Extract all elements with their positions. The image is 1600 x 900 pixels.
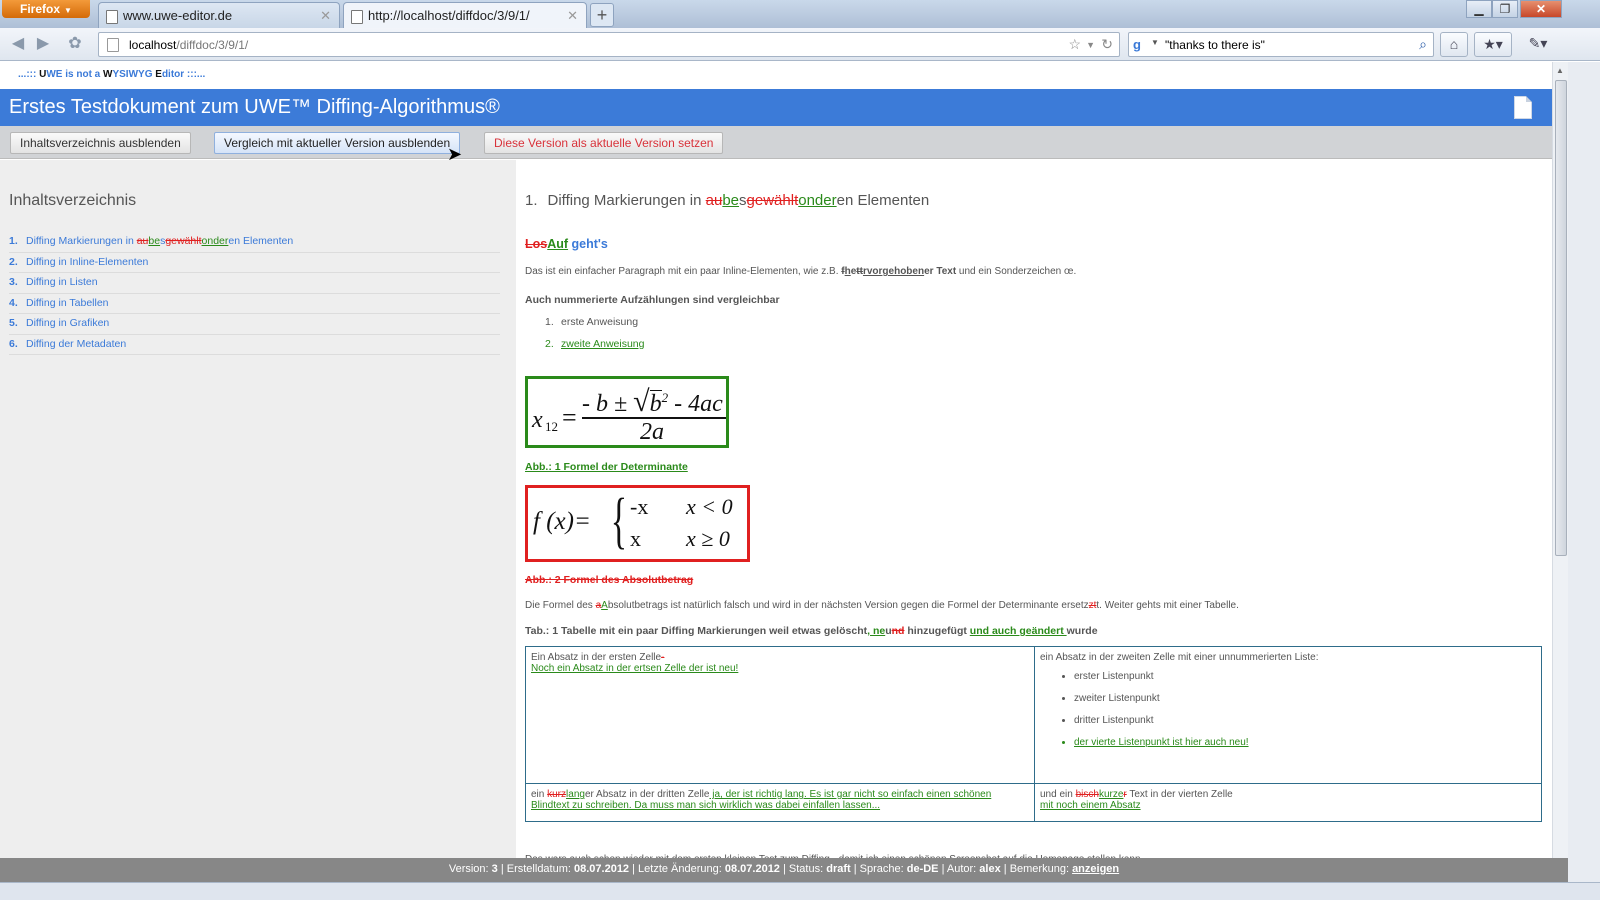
- chevron-down-icon[interactable]: ▼: [1086, 40, 1095, 50]
- toc-item[interactable]: 3. Diffing in Listen: [9, 273, 500, 294]
- set-current-version-button[interactable]: Diese Version als aktuelle Version setze…: [484, 132, 724, 154]
- close-window-button[interactable]: ✕: [1520, 0, 1562, 18]
- numbered-list: 1. erste Anweisung 2. zweite Anweisung: [545, 316, 644, 360]
- window-edge: [1568, 62, 1600, 900]
- list-item: dritter Listenpunkt: [1074, 715, 1536, 737]
- table-cell: und ein bischkurzer Text in der vierten …: [1034, 783, 1542, 822]
- url-bar[interactable]: localhost/diffdoc/3/9/1/ ☆ ▼ ↻: [98, 32, 1120, 57]
- list-item: 2. zweite Anweisung: [545, 338, 645, 350]
- table-row: Ein Absatz in der ersten Zelle- Noch ein…: [525, 646, 1542, 784]
- bookmarks-menu-icon[interactable]: ★▾: [1474, 32, 1512, 57]
- section-heading: 1. Diffing Markierungen in aubesgewählton…: [525, 192, 930, 209]
- toc-heading: Inhaltsverzeichnis: [9, 192, 137, 209]
- page-icon: [351, 10, 363, 24]
- document-icon[interactable]: [1514, 96, 1532, 119]
- navigation-toolbar: ◀ ▶ ✿ localhost/diffdoc/3/9/1/ ☆ ▼ ↻ g ▼…: [0, 28, 1600, 61]
- search-box[interactable]: g ▼ "thanks to there is" ⌕: [1128, 32, 1434, 57]
- list-heading: Auch nummerierte Aufzählungen sind vergl…: [525, 294, 780, 306]
- list-item: der vierte Listenpunkt ist hier auch neu…: [1074, 737, 1536, 759]
- toc-item[interactable]: 6. Diffing der Metadaten: [9, 335, 500, 355]
- firefox-menu-button[interactable]: Firefox ▼: [2, 0, 90, 18]
- url-text[interactable]: localhost/diffdoc/3/9/1/: [129, 38, 248, 52]
- back-icon[interactable]: ◀: [6, 33, 30, 55]
- google-icon[interactable]: g: [1133, 37, 1149, 53]
- page-icon: [106, 10, 118, 24]
- new-tab-button[interactable]: +: [590, 3, 614, 27]
- slogan: ...::: UWE is not a WYSIWYG Editor :::..…: [18, 69, 206, 80]
- browser-titlebar: Firefox ▼ www.uwe-editor.de ✕ http://loca…: [0, 0, 1600, 29]
- remark-link[interactable]: anzeigen: [1072, 863, 1119, 875]
- reload-icon[interactable]: ↻: [1101, 36, 1113, 53]
- toc-list: 1. Diffing Markierungen in aubesgewählton…: [9, 232, 500, 355]
- action-bar: Inhaltsverzeichnis ausblenden Vergleich …: [0, 126, 1552, 159]
- list-item: 1. erste Anweisung: [545, 316, 639, 328]
- toc-item[interactable]: 4. Diffing in Tabellen: [9, 294, 500, 314]
- scroll-up-icon[interactable]: ▲: [1556, 66, 1564, 75]
- page-title: Erstes Testdokument zum UWE™ Diffing-Alg…: [9, 96, 500, 118]
- forward-icon[interactable]: ▶: [31, 33, 55, 55]
- toggle-compare-button[interactable]: Vergleich mit aktueller Version ausblend…: [214, 132, 461, 154]
- table-cell: ein kurzlanger Absatz in der dritten Zel…: [525, 783, 1035, 822]
- list-item: erster Listenpunkt: [1074, 671, 1536, 693]
- web-page: ...::: UWE is not a WYSIWYG Editor :::..…: [0, 62, 1552, 900]
- vertical-scrollbar[interactable]: ▲ ▼: [1552, 62, 1568, 882]
- table-caption: Tab.: 1 Tabelle mit ein paar Diffing Mar…: [525, 625, 1098, 637]
- table-cell: ein Absatz in der zweiten Zelle mit eine…: [1034, 646, 1542, 784]
- sync-icon[interactable]: ✿: [63, 33, 87, 55]
- sidebar-toc: Inhaltsverzeichnis 1. Diffing Markierunge…: [0, 160, 516, 900]
- addon-icon[interactable]: ✎▾: [1518, 32, 1558, 57]
- search-input[interactable]: "thanks to there is": [1165, 38, 1265, 52]
- close-tab-icon[interactable]: ✕: [320, 8, 331, 24]
- document-header: Erstes Testdokument zum UWE™ Diffing-Alg…: [0, 89, 1552, 126]
- close-tab-icon[interactable]: ✕: [567, 8, 578, 24]
- table-row: ein kurzlanger Absatz in der dritten Zel…: [525, 783, 1542, 822]
- list-item: zweiter Listenpunkt: [1074, 693, 1536, 715]
- home-icon[interactable]: ⌂: [1440, 32, 1468, 57]
- paragraph: Das ist ein einfacher Paragraph mit ein …: [525, 266, 1077, 277]
- chevron-down-icon: ▼: [64, 6, 72, 15]
- table-cell: Ein Absatz in der ersten Zelle- Noch ein…: [525, 646, 1035, 784]
- browser-status-bar: [0, 882, 1600, 900]
- figure-caption: Abb.: 2 Formel des Absolutbetrag: [525, 574, 694, 586]
- bullet-list: erster Listenpunkt zweiter Listenpunkt d…: [1074, 671, 1536, 759]
- search-icon[interactable]: ⌕: [1419, 36, 1427, 53]
- toc-item[interactable]: 2. Diffing in Inline-Elementen: [9, 253, 500, 273]
- minimize-button[interactable]: ▁: [1466, 0, 1492, 18]
- subheading: LosAuf geht's: [525, 237, 608, 251]
- metadata-status-bar: Version: 3 | Erstelldatum: 08.07.2012 | …: [0, 858, 1568, 882]
- site-identity-icon[interactable]: [107, 38, 119, 52]
- diff-table: Ein Absatz in der ersten Zelle- Noch ein…: [525, 646, 1542, 822]
- formula-absolute-image: f (x)= { -x x < 0 x x ≥ 0: [525, 485, 750, 562]
- scrollbar-thumb[interactable]: [1555, 80, 1567, 556]
- maximize-button[interactable]: ❐: [1492, 0, 1518, 18]
- tab-diffdoc[interactable]: http://localhost/diffdoc/3/9/1/ ✕: [343, 2, 587, 29]
- bookmark-star-icon[interactable]: ☆: [1068, 36, 1081, 53]
- chevron-down-icon[interactable]: ▼: [1151, 38, 1159, 47]
- formula-determinant-image: x 12 = - b ± √b2 - 4ac 2a: [525, 376, 729, 448]
- toggle-toc-button[interactable]: Inhaltsverzeichnis ausblenden: [10, 132, 191, 154]
- paragraph: Die Formel des aAbsolutbetrags ist natür…: [525, 600, 1239, 611]
- toc-item[interactable]: 5. Diffing in Grafiken: [9, 314, 500, 335]
- toc-item[interactable]: 1. Diffing Markierungen in aubesgewählton…: [9, 232, 500, 253]
- tab-uwe-editor[interactable]: www.uwe-editor.de ✕: [98, 2, 340, 28]
- figure-caption: Abb.: 1 Formel der Determinante: [525, 461, 688, 473]
